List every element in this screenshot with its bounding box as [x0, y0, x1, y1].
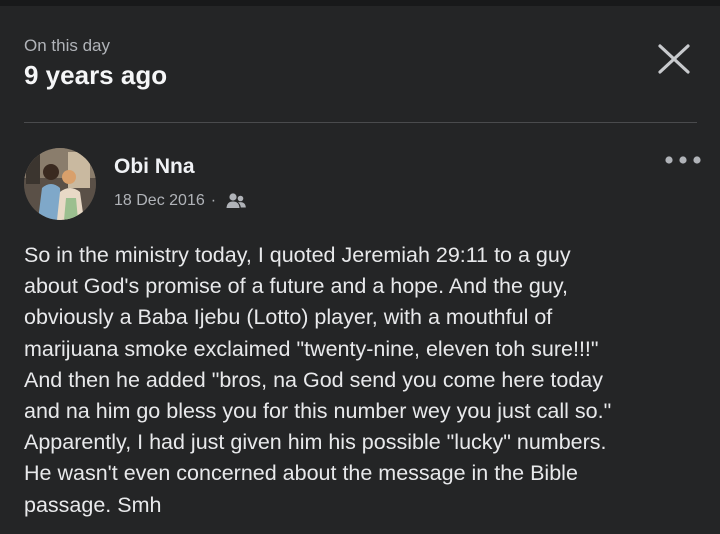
close-icon	[658, 44, 690, 74]
more-options-icon	[665, 156, 701, 164]
header-divider	[24, 122, 697, 123]
post-date[interactable]: 18 Dec 2016	[114, 192, 205, 210]
post-meta: 18 Dec 2016 ·	[114, 191, 248, 211]
memory-title: 9 years ago	[24, 60, 168, 90]
close-button[interactable]	[652, 38, 696, 82]
author-name[interactable]: Obi Nna	[114, 155, 195, 179]
post-body-text: So in the ministry today, I quoted Jerem…	[24, 243, 612, 517]
memory-header: On this day 9 years ago	[24, 36, 167, 90]
profile-photo	[24, 148, 96, 220]
memory-label: On this day	[24, 36, 110, 55]
friends-icon[interactable]	[224, 191, 248, 211]
more-options-button[interactable]	[664, 150, 702, 170]
top-status-strip	[0, 0, 720, 6]
meta-separator: ·	[210, 192, 217, 209]
avatar[interactable]	[24, 148, 96, 220]
